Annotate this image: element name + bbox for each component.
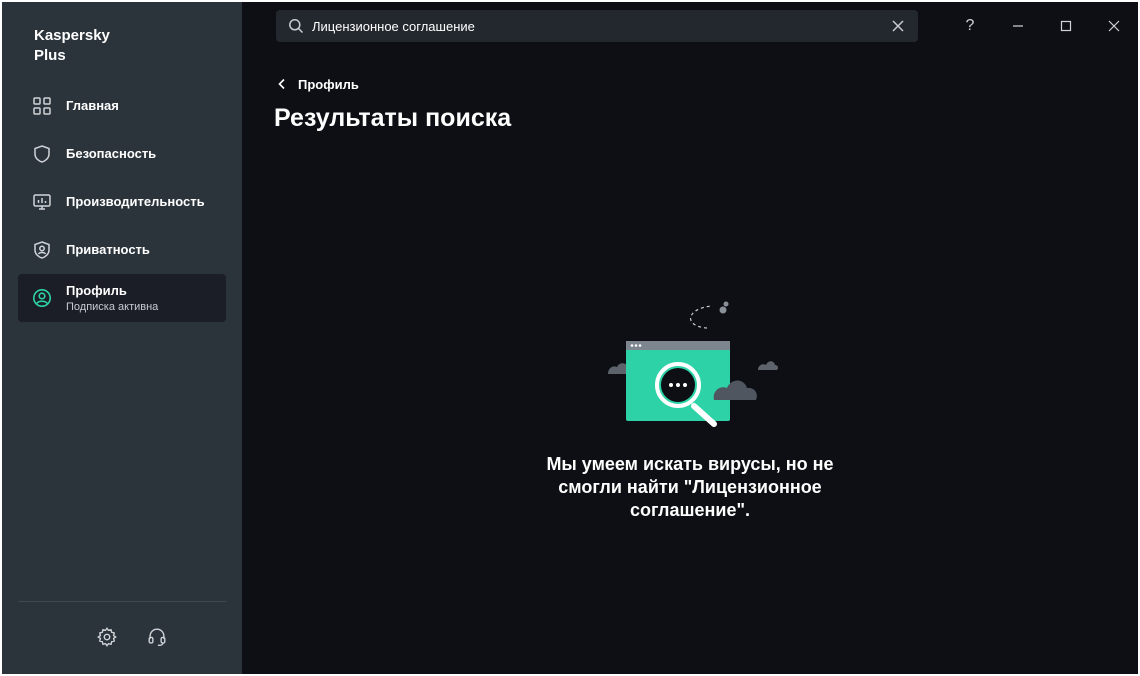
sidebar-item-security[interactable]: Безопасность xyxy=(18,130,226,178)
profile-icon xyxy=(33,289,51,307)
maximize-icon xyxy=(1060,20,1072,32)
app-title-line1: Kaspersky xyxy=(34,27,110,44)
clear-search-icon[interactable] xyxy=(891,19,905,33)
home-grid-icon xyxy=(33,97,51,115)
back-to-profile-link[interactable]: Профиль xyxy=(276,74,359,94)
search-icon xyxy=(289,19,304,34)
app-window: Kaspersky Plus Главная Безопасность Прои… xyxy=(2,2,1138,674)
page-title: Результаты поиска xyxy=(274,104,512,132)
search-input[interactable] xyxy=(312,10,872,42)
minimize-icon xyxy=(1013,25,1023,27)
help-icon: ? xyxy=(965,17,975,34)
sidebar-item-label: Производительность xyxy=(66,194,205,209)
sidebar-item-home[interactable]: Главная xyxy=(18,82,226,130)
sidebar-item-performance[interactable]: Производительность xyxy=(18,178,226,226)
chevron-left-icon xyxy=(278,78,285,90)
sidebar-item-label: Главная xyxy=(66,98,119,113)
help-button[interactable]: ? xyxy=(952,10,988,42)
empty-results-message: Мы умеем искать вирусы, но не смогли най… xyxy=(546,454,834,520)
app-title-line2: Plus xyxy=(34,47,66,64)
sidebar-item-privacy[interactable]: Приватность xyxy=(18,226,226,274)
sidebar-nav: Главная Безопасность Производительность xyxy=(18,82,226,322)
close-button[interactable] xyxy=(1096,10,1132,42)
sidebar-item-label: Профиль xyxy=(66,283,127,298)
gear-icon[interactable] xyxy=(96,626,118,648)
maximize-button[interactable] xyxy=(1048,10,1084,42)
shield-icon xyxy=(34,145,50,163)
minimize-button[interactable] xyxy=(1000,10,1036,42)
back-link-label: Профиль xyxy=(298,76,359,92)
close-icon xyxy=(1108,20,1120,32)
sidebar-item-label: Приватность xyxy=(66,242,150,257)
search-empty-illustration xyxy=(608,301,779,427)
sidebar-item-profile[interactable]: Профиль Подписка активна xyxy=(18,274,226,322)
search-bar xyxy=(276,10,918,42)
app-title: Kaspersky Plus xyxy=(34,26,154,66)
privacy-shield-icon xyxy=(34,241,50,259)
sidebar: Kaspersky Plus Главная Безопасность Прои… xyxy=(2,2,242,674)
sidebar-item-label: Безопасность xyxy=(66,146,157,161)
sidebar-divider xyxy=(18,601,226,602)
monitor-icon xyxy=(33,194,51,210)
headset-icon[interactable] xyxy=(146,626,168,648)
subscription-status: Подписка активна xyxy=(66,301,159,313)
